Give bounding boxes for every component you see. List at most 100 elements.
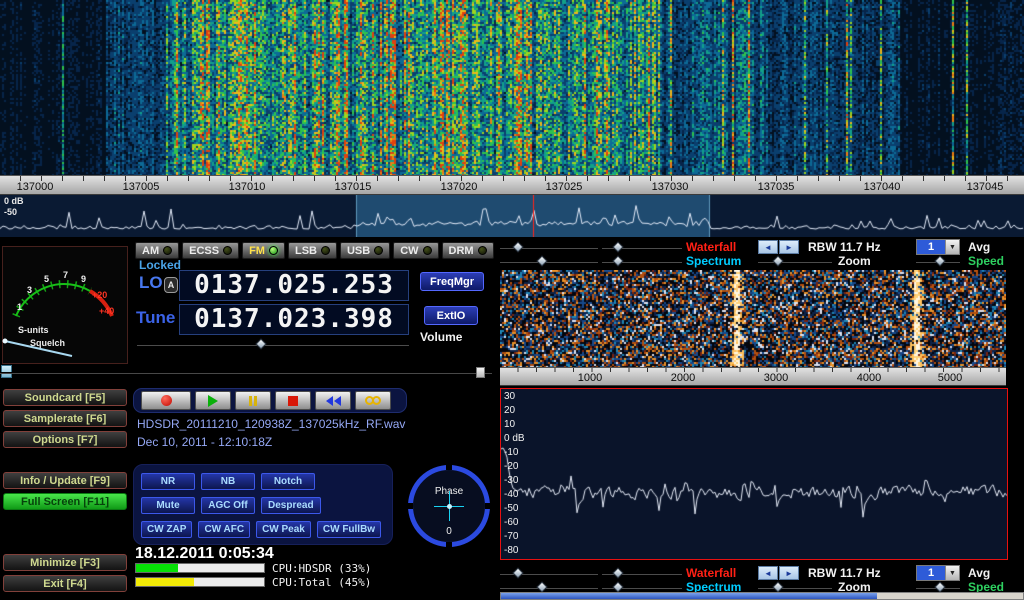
nr-button[interactable]: NR: [141, 473, 195, 490]
rewind-button[interactable]: [315, 391, 351, 410]
slider-handle[interactable]: [612, 255, 623, 266]
brightness-slider[interactable]: [602, 568, 682, 580]
cw-peak-button[interactable]: CW Peak: [256, 521, 311, 538]
volume-slider-handle[interactable]: [255, 338, 266, 349]
samplerate-button[interactable]: Samplerate [F6]: [3, 410, 127, 427]
slider-handle[interactable]: [512, 567, 523, 578]
shift-buttons: ◄ ►: [758, 240, 799, 254]
minimize-button[interactable]: Minimize [F3]: [3, 554, 127, 571]
mode-led-icon: [321, 246, 330, 255]
rf-spectrum-display[interactable]: 0 dB -50: [0, 195, 1024, 237]
scale-label: 137005: [111, 181, 171, 193]
arrow-left-button[interactable]: ◄: [758, 240, 778, 254]
squelch-label: Squelch: [30, 338, 65, 348]
mode-button-cw[interactable]: CW: [393, 242, 438, 259]
soundcard-button[interactable]: Soundcard [F5]: [3, 389, 127, 406]
mode-label: ECSS: [189, 245, 219, 257]
record-button[interactable]: [141, 391, 191, 410]
brightness-slider[interactable]: [602, 242, 682, 254]
play-button[interactable]: [195, 391, 231, 410]
slider-handle[interactable]: [772, 255, 783, 266]
pane-splitter[interactable]: [0, 367, 492, 378]
avg-count-dropdown[interactable]: 1 ▼: [916, 239, 960, 255]
arrow-right-button[interactable]: ►: [779, 240, 799, 254]
avg-count-value: 1: [917, 566, 945, 580]
zoom-slider[interactable]: [758, 256, 832, 268]
exit-button[interactable]: Exit [F4]: [3, 575, 127, 592]
slider-handle[interactable]: [536, 581, 547, 592]
cw-afc-button[interactable]: CW AFC: [198, 521, 250, 538]
spectrum-tab[interactable]: Spectrum: [686, 254, 741, 268]
ring-notch: [485, 503, 490, 509]
splitter-grip[interactable]: [476, 367, 485, 378]
volume-slider[interactable]: [137, 339, 409, 351]
mode-button-usb[interactable]: USB: [340, 242, 390, 259]
arrow-left-button[interactable]: ◄: [758, 566, 778, 580]
s-meter-tick-label: 1: [17, 302, 22, 312]
af-position-scrollbar[interactable]: [500, 592, 1024, 600]
stop-button[interactable]: [275, 391, 311, 410]
arrow-right-button[interactable]: ►: [779, 566, 799, 580]
nb-button[interactable]: NB: [201, 473, 255, 490]
mode-button-drm[interactable]: DRM: [442, 242, 494, 259]
mode-button-ecss[interactable]: ECSS: [182, 242, 239, 259]
pause-button[interactable]: [235, 391, 271, 410]
db-scale-label: -60: [504, 517, 518, 528]
mode-led-icon: [163, 246, 172, 255]
rf-frequency-scale[interactable]: 137000 137005 137010 137015 137020 13702…: [0, 175, 1024, 195]
mode-label: USB: [347, 245, 370, 257]
info-update-button[interactable]: Info / Update [F9]: [3, 472, 127, 489]
slider-handle[interactable]: [934, 581, 945, 592]
volume-label: Volume: [420, 330, 462, 344]
mute-button[interactable]: Mute: [141, 497, 195, 514]
fullscreen-button[interactable]: Full Screen [F11]: [3, 493, 127, 510]
slider-handle[interactable]: [612, 241, 623, 252]
contrast-slider[interactable]: [500, 242, 598, 254]
loop-button[interactable]: [355, 391, 391, 410]
clock-display: 18.12.2011 0:05:34: [135, 545, 274, 563]
mode-button-fm[interactable]: FM: [242, 242, 285, 259]
dsp-row: NR NB Notch: [141, 473, 385, 490]
extio-button[interactable]: ExtIO: [424, 306, 478, 325]
waterfall-tab[interactable]: Waterfall: [686, 566, 736, 580]
options-button[interactable]: Options [F7]: [3, 431, 127, 448]
scale-label: 4000: [844, 372, 894, 384]
af-spectrum-display[interactable]: 30 20 10 0 dB -10 -20 -30 -40 -50 -60 -7…: [500, 388, 1008, 560]
dsp-row: Mute AGC Off Despread: [141, 497, 385, 514]
play-icon: [208, 395, 218, 407]
range-slider[interactable]: [500, 256, 598, 268]
scrollbar-thumb[interactable]: [501, 593, 877, 599]
avg-count-dropdown[interactable]: 1 ▼: [916, 565, 960, 581]
db-scale-label: 20: [504, 405, 515, 416]
af-waterfall-display[interactable]: [500, 270, 1006, 367]
s-meter-tick-label: 7: [63, 270, 68, 280]
cpu-total-bar: [135, 577, 265, 587]
slider-handle[interactable]: [612, 581, 623, 592]
chevron-down-icon[interactable]: ▼: [945, 240, 959, 254]
slider-handle[interactable]: [772, 581, 783, 592]
lo-frequency-display[interactable]: 0137.025.253: [179, 270, 409, 301]
scale-label: 137045: [955, 181, 1015, 193]
mode-button-lsb[interactable]: LSB: [288, 242, 337, 259]
freqmgr-button[interactable]: FreqMgr: [420, 272, 484, 291]
slider-handle[interactable]: [536, 255, 547, 266]
cw-zap-button[interactable]: CW ZAP: [141, 521, 192, 538]
lock-badge-icon[interactable]: A: [164, 277, 178, 293]
waterfall-tab[interactable]: Waterfall: [686, 240, 736, 254]
tune-label: Tune: [136, 308, 175, 328]
despread-button[interactable]: Despread: [261, 497, 321, 514]
chevron-down-icon[interactable]: ▼: [945, 566, 959, 580]
notch-button[interactable]: Notch: [261, 473, 315, 490]
slider-handle[interactable]: [612, 567, 623, 578]
slider-handle[interactable]: [512, 241, 523, 252]
contrast-slider[interactable]: [500, 568, 598, 580]
tune-frequency-display[interactable]: 0137.023.398: [179, 304, 409, 335]
cw-fullbw-button[interactable]: CW FullBw: [317, 521, 381, 538]
rf-waterfall-display[interactable]: [0, 0, 1024, 175]
slider-handle[interactable]: [934, 255, 945, 266]
af-frequency-scale[interactable]: 1000 2000 3000 4000 5000: [500, 367, 1006, 386]
speed-slider[interactable]: [916, 256, 960, 268]
mode-button-am[interactable]: AM: [135, 242, 179, 259]
agc-button[interactable]: AGC Off: [201, 497, 255, 514]
offset-slider[interactable]: [602, 256, 682, 268]
